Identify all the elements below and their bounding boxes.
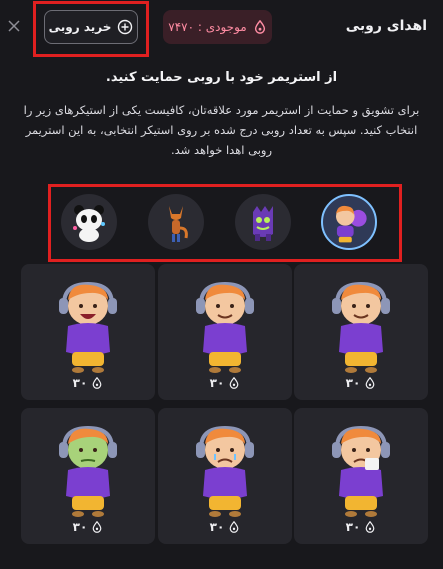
sticker-price-value: ۳۰ [345, 376, 361, 390]
ruby-icon [365, 377, 375, 389]
sticker-image [332, 425, 390, 517]
sticker-price: ۳۰ [21, 376, 155, 390]
sticker-pack-fox[interactable] [148, 194, 204, 250]
page-title: اهدای روبی [345, 18, 427, 34]
sticker-price: ۳۰ [294, 376, 428, 390]
sticker-price-value: ۳۰ [209, 520, 225, 534]
sticker-image [196, 425, 254, 517]
sticker-price-value: ۳۰ [72, 520, 88, 534]
balance-text: موجودی : ۷۴۷۰ [168, 20, 247, 34]
sticker-price: ۳۰ [158, 520, 292, 534]
ruby-icon [365, 521, 375, 533]
ruby-icon [92, 377, 102, 389]
boy-pack-icon [336, 205, 367, 243]
sticker-price-value: ۳۰ [72, 376, 88, 390]
headline: از استریمر خود با روبی حمایت کنید. [105, 70, 338, 85]
sticker-card-cry[interactable]: ۳۰ [294, 408, 428, 544]
sticker-price-value: ۳۰ [209, 376, 225, 390]
plus-circle-icon [118, 19, 133, 35]
header: اهدای روبی موجودی : ۷۴۷۰ خرید روبی [0, 0, 443, 57]
sticker-image [332, 281, 390, 373]
buy-ruby-button[interactable]: خرید روبی [44, 10, 138, 44]
close-button[interactable] [4, 14, 24, 38]
sticker-card-wave[interactable]: ۳۰ [294, 264, 428, 400]
sticker-price-value: ۳۰ [345, 520, 361, 534]
balance-badge: موجودی : ۷۴۷۰ [163, 10, 272, 44]
buy-ruby-label: خرید روبی [48, 20, 112, 34]
sticker-pack-panda[interactable] [61, 194, 117, 250]
sticker-price: ۳۰ [158, 376, 292, 390]
ruby-icon [92, 521, 102, 533]
sticker-image [59, 281, 117, 373]
ruby-icon [254, 20, 265, 34]
ruby-icon [229, 521, 239, 533]
sticker-pack-monster[interactable] [235, 194, 291, 250]
monster-pack-icon [253, 206, 273, 241]
sticker-pack-boy[interactable] [321, 194, 377, 250]
fox-pack-icon [169, 206, 188, 242]
sticker-card-smile[interactable]: ۳۰ [158, 264, 292, 400]
sticker-card-sad[interactable]: ۳۰ [158, 408, 292, 544]
sticker-card-laugh[interactable]: ۳۰ [21, 264, 155, 400]
sticker-price: ۳۰ [294, 520, 428, 534]
sticker-image [196, 281, 254, 373]
sticker-price: ۳۰ [21, 520, 155, 534]
ruby-donation-panel: اهدای روبی موجودی : ۷۴۷۰ خرید روبی از اس… [0, 0, 443, 569]
sticker-card-sick[interactable]: ۳۰ [21, 408, 155, 544]
sticker-image [59, 425, 117, 517]
description: برای تشویق و حمایت از استریمر مورد علاقه… [23, 103, 420, 157]
panda-pack-icon [73, 205, 105, 242]
close-icon [8, 20, 20, 32]
ruby-icon [229, 377, 239, 389]
